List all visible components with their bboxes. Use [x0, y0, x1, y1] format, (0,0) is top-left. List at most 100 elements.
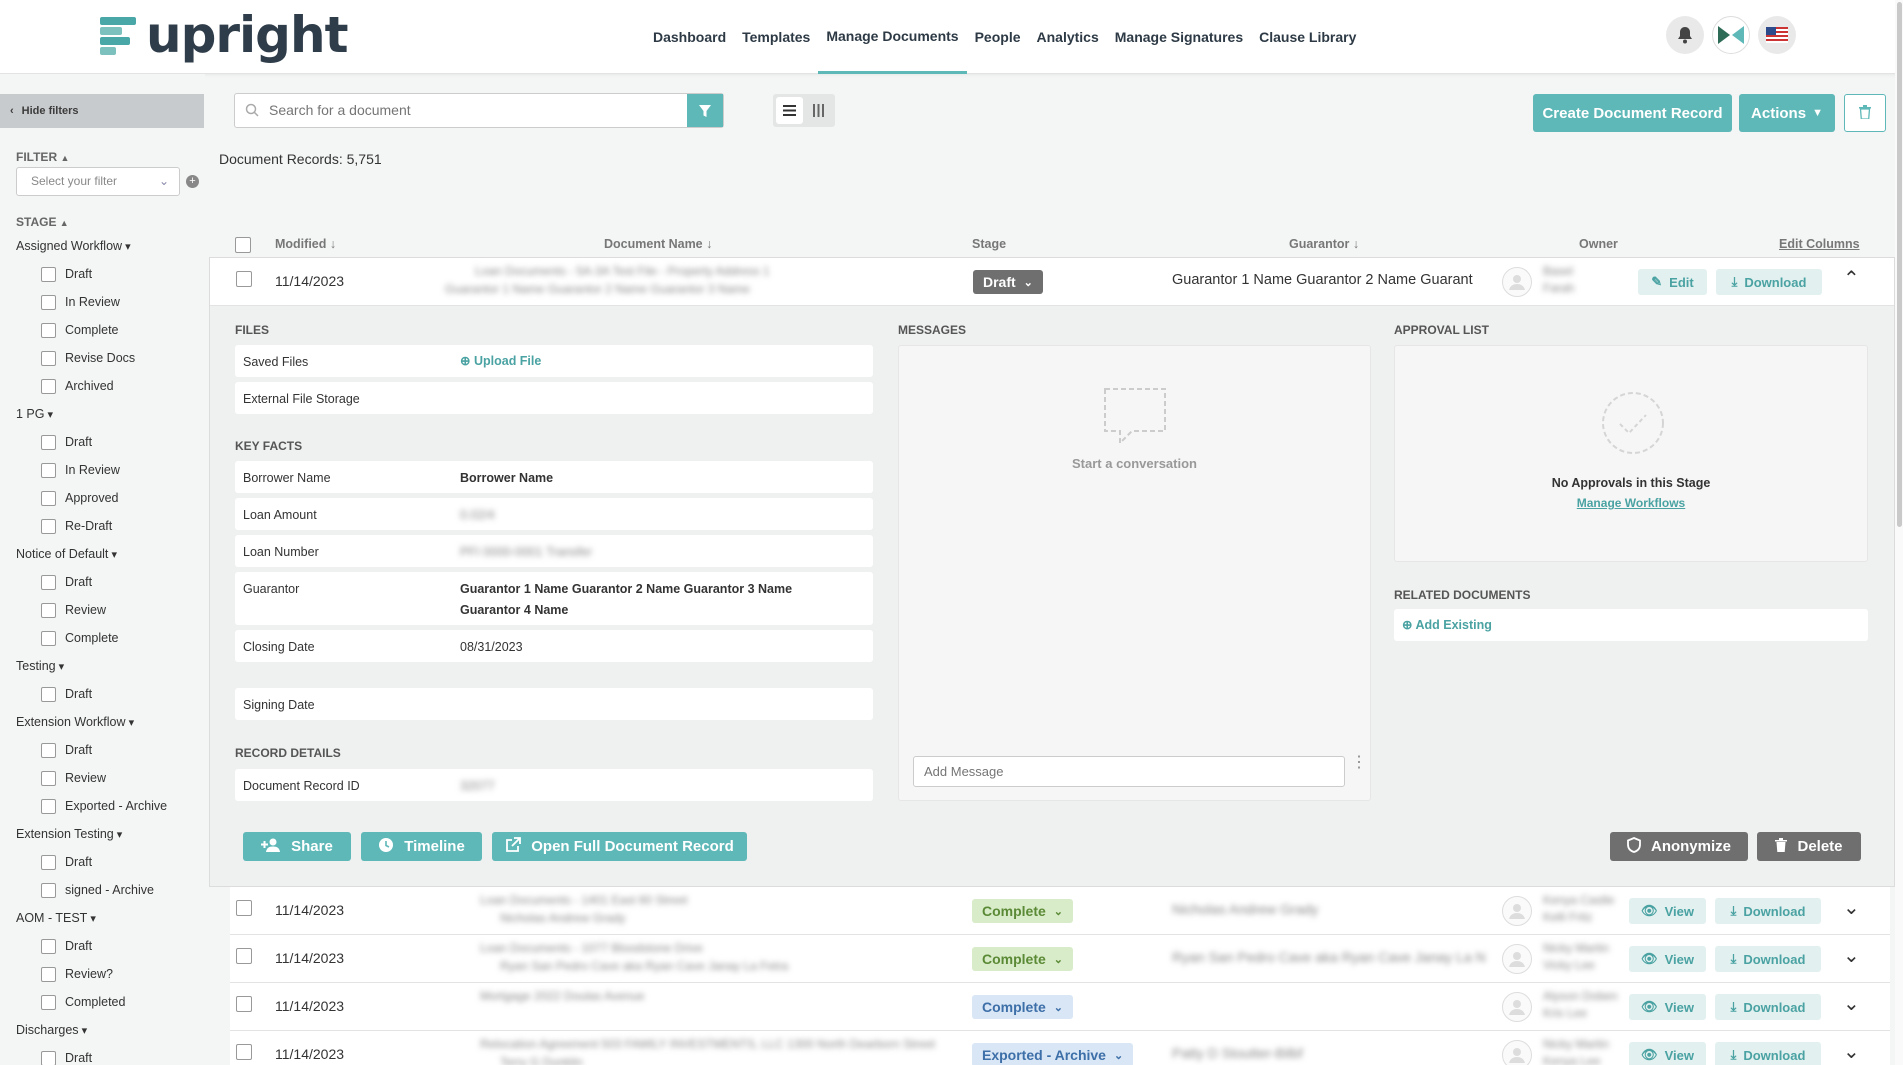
actions-dropdown-button[interactable]: Actions ▼ — [1739, 94, 1835, 132]
view-button[interactable]: 👁 View — [1629, 898, 1706, 924]
stage-option[interactable]: Draft — [16, 260, 167, 288]
stage-option[interactable]: Archived — [16, 372, 167, 400]
stage-option-checkbox[interactable] — [41, 798, 56, 814]
nav-people[interactable]: People — [967, 0, 1029, 74]
stage-option-checkbox[interactable] — [41, 966, 56, 982]
row-document-name[interactable]: Loan Documents - 1401 East 60 Street — [480, 893, 687, 907]
download-button[interactable]: ⤓ Download — [1715, 1042, 1821, 1065]
expand-chevron-down-icon[interactable]: ⌄ — [1843, 943, 1860, 968]
nav-clause-library[interactable]: Clause Library — [1251, 0, 1364, 74]
stage-group-toggle[interactable]: Extension Testing — [16, 820, 167, 848]
key-fact-row[interactable]: Loan Number PFI 0000-0001 Transfer — [235, 535, 873, 567]
share-button[interactable]: Share — [243, 832, 351, 861]
column-header-owner[interactable]: Owner — [1579, 237, 1618, 251]
stage-option[interactable]: In Review — [16, 288, 167, 316]
stage-option-checkbox[interactable] — [41, 994, 56, 1010]
message-options-kebab-icon[interactable]: ⋮ — [1351, 755, 1367, 771]
expanded-row-header[interactable]: 11/14/2023 Loan Documents - 5A-3A Test F… — [210, 258, 1894, 306]
view-button[interactable]: 👁 View — [1629, 1042, 1706, 1065]
expand-chevron-down-icon[interactable]: ⌄ — [1843, 1039, 1860, 1064]
stage-option-checkbox[interactable] — [41, 294, 56, 310]
stage-group-toggle[interactable]: 1 PG — [16, 400, 167, 428]
stage-option[interactable]: Review — [16, 764, 167, 792]
column-view-icon[interactable] — [806, 97, 833, 124]
stage-dropdown[interactable]: Exported - Archive ⌄ — [972, 1043, 1134, 1065]
stage-group-toggle[interactable]: Notice of Default — [16, 540, 167, 568]
open-full-document-record-button[interactable]: Open Full Document Record — [492, 832, 747, 861]
add-filter-icon[interactable]: + — [186, 175, 199, 188]
notifications-bell-icon[interactable] — [1666, 16, 1704, 54]
stage-group-toggle[interactable]: Assigned Workflow — [16, 232, 167, 260]
filter-heading[interactable]: FILTER ▲ — [16, 150, 69, 164]
add-existing-link[interactable]: ⊕ Add Existing — [1402, 617, 1492, 632]
stage-option[interactable]: Draft — [16, 848, 167, 876]
collapse-chevron-up-icon[interactable]: ⌃ — [1843, 266, 1860, 291]
key-fact-row[interactable]: Borrower Name Borrower Name — [235, 461, 873, 493]
stage-option[interactable]: Review — [16, 596, 167, 624]
stage-option-checkbox[interactable] — [41, 266, 56, 282]
external-file-storage-row[interactable]: External File Storage — [235, 382, 873, 414]
workspace-switcher-icon[interactable] — [1712, 16, 1750, 54]
stage-group-toggle[interactable]: Testing — [16, 652, 167, 680]
edit-columns-link[interactable]: Edit Columns — [1779, 237, 1860, 251]
filter-select[interactable]: Select your filter ⌄ — [16, 167, 180, 196]
stage-option[interactable]: Revise Docs — [16, 344, 167, 372]
table-row[interactable]: 11/14/2023 Relocation Agreement 503 FAMIL… — [230, 1031, 1890, 1065]
row-document-name[interactable]: Loan Documents - 1077 Bloodstone Drive — [480, 941, 703, 955]
stage-option[interactable]: Re-Draft — [16, 512, 167, 540]
nav-templates[interactable]: Templates — [734, 0, 818, 74]
row-document-name[interactable]: Relocation Agreement 503 FAMILY INVESTME… — [480, 1037, 935, 1051]
stage-option-checkbox[interactable] — [41, 770, 56, 786]
filter-funnel-icon[interactable] — [687, 94, 723, 127]
add-message-input[interactable] — [913, 756, 1345, 787]
stage-dropdown[interactable]: Complete ⌄ — [972, 995, 1074, 1019]
row-checkbox[interactable] — [236, 1044, 252, 1060]
language-flag-us-icon[interactable] — [1758, 16, 1796, 54]
delete-button[interactable]: Delete — [1757, 832, 1861, 861]
anonymize-button[interactable]: Anonymize — [1610, 832, 1748, 861]
stage-option[interactable]: In Review — [16, 456, 167, 484]
column-header-document-name[interactable]: Document Name ↓ — [604, 237, 712, 251]
view-button[interactable]: 👁 View — [1629, 946, 1706, 972]
column-header-guarantor[interactable]: Guarantor ↓ — [1289, 237, 1359, 251]
download-button[interactable]: ⤓ Download — [1715, 994, 1821, 1020]
hide-filters-button[interactable]: ‹ Hide filters — [0, 94, 204, 128]
row-checkbox[interactable] — [236, 271, 252, 287]
stage-option-checkbox[interactable] — [41, 630, 56, 646]
stage-option-checkbox[interactable] — [41, 1050, 56, 1065]
stage-option-checkbox[interactable] — [41, 378, 56, 394]
nav-dashboard[interactable]: Dashboard — [645, 0, 734, 74]
table-row[interactable]: 11/14/2023 Loan Documents - 1401 East 60 … — [230, 887, 1890, 935]
select-all-checkbox[interactable] — [235, 237, 251, 253]
table-row[interactable]: 11/14/2023 Mortgage 2022 Doulas Avenue Com… — [230, 983, 1890, 1031]
row-checkbox[interactable] — [236, 900, 252, 916]
table-row[interactable]: 11/14/2023 Loan Documents - 1077 Bloodsto… — [230, 935, 1890, 983]
expand-chevron-down-icon[interactable]: ⌄ — [1843, 991, 1860, 1016]
bulk-delete-button[interactable] — [1844, 94, 1886, 132]
stage-option-checkbox[interactable] — [41, 574, 56, 590]
column-header-stage[interactable]: Stage — [972, 237, 1006, 251]
nav-manage-signatures[interactable]: Manage Signatures — [1107, 0, 1251, 74]
column-header-modified[interactable]: Modified ↓ — [275, 237, 336, 251]
list-view-icon[interactable] — [776, 97, 803, 124]
timeline-button[interactable]: Timeline — [361, 832, 482, 861]
stage-option-checkbox[interactable] — [41, 322, 56, 338]
stage-option-checkbox[interactable] — [41, 854, 56, 870]
stage-option[interactable]: Complete — [16, 316, 167, 344]
row-document-name[interactable]: Loan Documents - 5A-3A Test File - Prope… — [475, 264, 770, 278]
stage-option[interactable]: Draft — [16, 568, 167, 596]
stage-dropdown[interactable]: Complete ⌄ — [972, 899, 1074, 923]
stage-option[interactable]: Draft — [16, 932, 167, 960]
nav-manage-documents[interactable]: Manage Documents — [818, 0, 967, 74]
stage-heading[interactable]: STAGE ▲ — [16, 215, 69, 229]
stage-option-checkbox[interactable] — [41, 742, 56, 758]
stage-group-toggle[interactable]: Extension Workflow — [16, 708, 167, 736]
nav-analytics[interactable]: Analytics — [1029, 0, 1107, 74]
manage-workflows-link[interactable]: Manage Workflows — [1395, 496, 1867, 510]
stage-option[interactable]: Approved — [16, 484, 167, 512]
key-fact-row[interactable]: Closing Date 08/31/2023 — [235, 630, 873, 662]
key-fact-row[interactable]: Signing Date — [235, 688, 873, 720]
download-button[interactable]: ⤓ Download — [1716, 269, 1822, 295]
stage-option-checkbox[interactable] — [41, 882, 56, 898]
key-fact-row[interactable]: Guarantor Guarantor 1 Name Guarantor 2 N… — [235, 572, 873, 625]
